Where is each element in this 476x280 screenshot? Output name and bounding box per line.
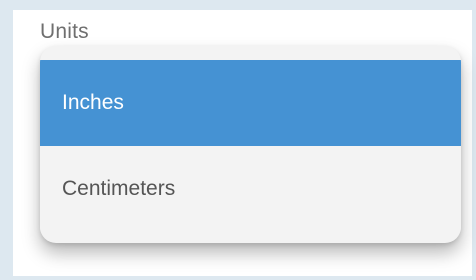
option-centimeters[interactable]: Centimeters — [40, 146, 461, 232]
option-label: Inches — [62, 91, 124, 114]
option-label: Centimeters — [62, 177, 176, 200]
units-label: Units — [40, 20, 89, 43]
dropdown-top-padding — [40, 46, 461, 60]
option-inches[interactable]: Inches — [40, 60, 461, 146]
units-panel: Units Inches Centimeters — [13, 10, 472, 276]
units-dropdown-menu: Inches Centimeters — [40, 46, 461, 243]
